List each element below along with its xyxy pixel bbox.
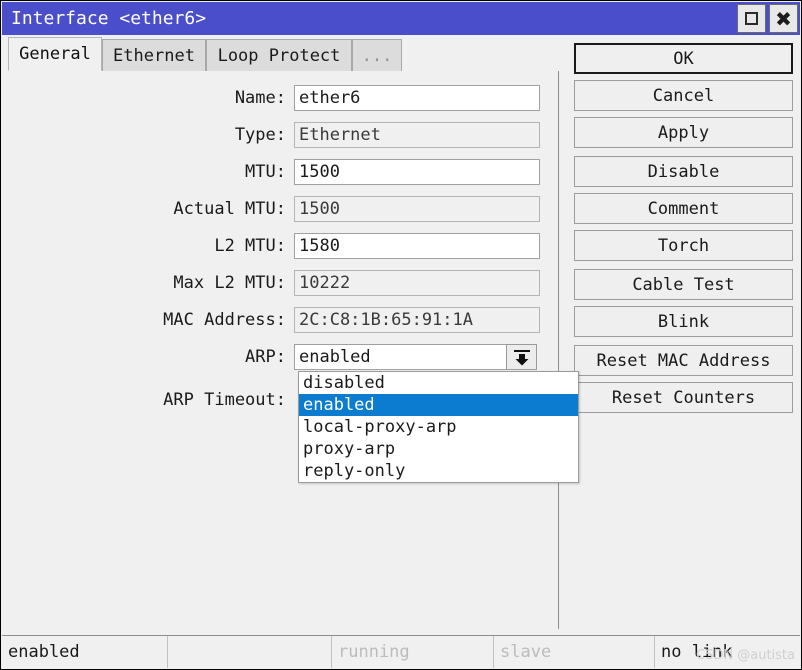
field-row-name: Name: ether6 (2, 85, 548, 111)
arp-option-reply-only[interactable]: reply-only (299, 460, 578, 482)
arp-dropdown-list[interactable]: disabled enabled local-proxy-arp proxy-a… (298, 371, 579, 483)
name-input[interactable]: ether6 (294, 85, 540, 111)
tab-loop-protect-label: Loop Protect (217, 45, 341, 66)
arp-label: ARP: (245, 347, 286, 367)
type-label: Type: (234, 125, 286, 145)
chevron-down-icon (515, 354, 529, 366)
ok-button[interactable]: OK (574, 43, 793, 74)
maximize-icon (745, 12, 758, 25)
reset-counters-button[interactable]: Reset Counters (574, 382, 793, 413)
apply-button[interactable]: Apply (574, 117, 793, 148)
actual-mtu-label: Actual MTU: (173, 199, 286, 219)
field-row-l2-mtu: L2 MTU: 1580 (2, 233, 548, 259)
tab-loop-protect[interactable]: Loop Protect (206, 39, 352, 71)
tab-ethernet[interactable]: Ethernet (102, 39, 206, 71)
window-title: Interface <ether6> (11, 8, 207, 29)
arp-option-enabled[interactable]: enabled (299, 394, 578, 416)
status-cell-enabled: enabled (2, 636, 168, 668)
status-cell-slave: slave (494, 636, 655, 668)
chevron-down-icon-bar (514, 350, 530, 352)
arp-option-disabled[interactable]: disabled (299, 372, 578, 394)
field-row-actual-mtu: Actual MTU: 1500 (2, 196, 548, 222)
maximize-button[interactable] (737, 4, 766, 33)
comment-button[interactable]: Comment (574, 193, 793, 224)
title-bar: Interface <ether6> ✖ (2, 2, 800, 35)
cancel-button[interactable]: Cancel (574, 80, 793, 111)
field-row-mac-address: MAC Address: 2C:C8:1B:65:91:1A (2, 307, 548, 333)
max-l2-mtu-value: 10222 (294, 270, 540, 296)
mtu-input[interactable]: 1500 (294, 159, 540, 185)
general-tab-panel: Name: ether6 Type: Ethernet MTU: 1500 Ac… (2, 71, 559, 629)
interface-dialog-window: Interface <ether6> ✖ General Ethernet Lo… (0, 0, 802, 670)
disable-button[interactable]: Disable (574, 156, 793, 187)
field-row-arp: ARP: enabled (2, 344, 548, 370)
close-icon: ✖ (775, 6, 792, 31)
tab-ethernet-label: Ethernet (113, 45, 195, 66)
mac-address-value: 2C:C8:1B:65:91:1A (294, 307, 540, 333)
close-button[interactable]: ✖ (769, 4, 798, 33)
torch-button[interactable]: Torch (574, 230, 793, 261)
l2-mtu-input[interactable]: 1580 (294, 233, 540, 259)
field-row-mtu: MTU: 1500 (2, 159, 548, 185)
status-cell-no-link: no link (661, 642, 733, 662)
type-value: Ethernet (294, 122, 540, 148)
blink-button[interactable]: Blink (574, 306, 793, 337)
max-l2-mtu-label: Max L2 MTU: (173, 273, 286, 293)
field-row-max-l2-mtu: Max L2 MTU: 10222 (2, 270, 548, 296)
cable-test-button[interactable]: Cable Test (574, 269, 793, 300)
arp-combobox-value[interactable]: enabled (294, 344, 506, 370)
arp-dropdown-button[interactable] (506, 344, 537, 370)
arp-option-local-proxy-arp[interactable]: local-proxy-arp (299, 416, 578, 438)
reset-mac-address-button[interactable]: Reset MAC Address (574, 345, 793, 376)
arp-timeout-label: ARP Timeout: (163, 390, 286, 410)
l2-mtu-label: L2 MTU: (214, 236, 286, 256)
tab-more-label: ... (361, 45, 393, 66)
field-row-type: Type: Ethernet (2, 122, 548, 148)
mac-address-label: MAC Address: (163, 310, 286, 330)
action-button-column: OK Cancel Apply Disable Comment Torch Ca… (574, 43, 793, 419)
status-bar: enabled running slave no link (2, 635, 800, 668)
status-cell-running: running (332, 636, 494, 668)
actual-mtu-value: 1500 (294, 196, 540, 222)
status-cell-blank (168, 636, 332, 668)
arp-option-proxy-arp[interactable]: proxy-arp (299, 438, 578, 460)
tab-general[interactable]: General (8, 37, 102, 71)
mtu-label: MTU: (245, 162, 286, 182)
tab-general-label: General (19, 44, 91, 64)
window-controls: ✖ (737, 4, 798, 33)
name-label: Name: (234, 88, 286, 108)
tab-more[interactable]: ... (352, 39, 402, 71)
